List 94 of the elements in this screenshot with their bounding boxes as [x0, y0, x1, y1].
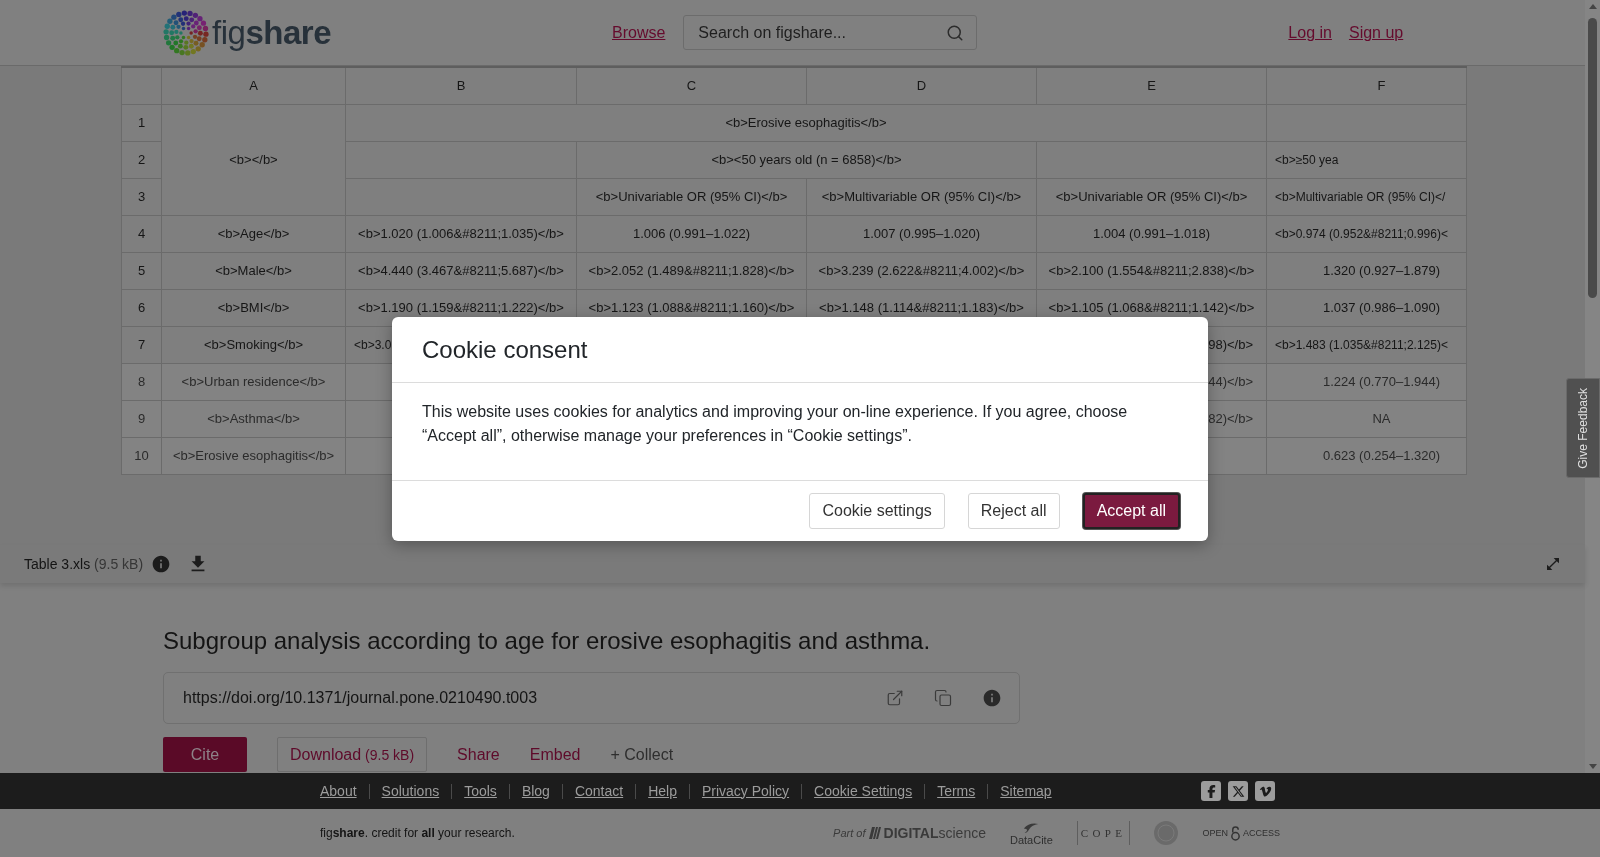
table-cell: 1.006 (0.991–1.022): [576, 215, 807, 252]
table-cell: 1.007 (0.995–1.020): [806, 215, 1037, 252]
account-link[interactable]: Sign up: [1348, 20, 1404, 45]
table-cell: <b>Erosive esophagitis</b>: [161, 437, 346, 474]
table-cell: 0.623 (0.254–1.320): [1266, 437, 1467, 474]
search-field[interactable]: Search on figshare...: [683, 15, 978, 50]
dotted-swirl-icon: [163, 7, 210, 58]
row-number: 8: [121, 363, 162, 400]
footer-link[interactable]: Help: [648, 780, 677, 802]
table-cell: 1.320 (0.927–1.879): [1266, 252, 1467, 289]
table-cell: NA: [1266, 400, 1467, 437]
footer-link[interactable]: Privacy Policy: [701, 780, 790, 802]
row-number: 5: [121, 252, 162, 289]
x-logo-icon[interactable]: [1228, 781, 1248, 801]
footer-link[interactable]: Tools: [464, 780, 497, 802]
article-title: Subgroup analysis according to age for erosive esophagitis and asthma.: [163, 627, 932, 655]
table-cell: <b>Urban residence</b>: [161, 363, 346, 400]
footer-link[interactable]: Terms: [937, 780, 976, 802]
external-link-icon[interactable]: [886, 689, 904, 707]
partner-caption: Part of: [833, 825, 866, 841]
table-cell: <b><50 years old (n = 6858)</b>: [576, 141, 1037, 178]
expand-icon[interactable]: [1545, 556, 1561, 572]
table-cell: <b>Univariable OR (95% CI)</b>: [576, 178, 807, 215]
table-cell: 1.004 (0.991–1.018): [1036, 215, 1267, 252]
table-cell: 1.037 (0.986–1.090): [1266, 289, 1467, 326]
dialog-button[interactable]: Cookie settings: [809, 493, 945, 529]
table-cell: <b>Smoking</b>: [161, 326, 346, 363]
dialog-button[interactable]: Accept all: [1082, 493, 1180, 529]
footer-tagline: figshare. credit for all your research.: [320, 825, 515, 842]
footer-link[interactable]: Cookie Settings: [814, 780, 913, 802]
action-button[interactable]: Share: [457, 737, 500, 772]
padlock-icon: [1230, 825, 1241, 841]
partner-logo-text: ACCESS: [1243, 828, 1280, 838]
info-icon[interactable]: [982, 688, 1002, 708]
footer-link[interactable]: Solutions: [381, 780, 440, 802]
footer-link[interactable]: Blog: [521, 780, 550, 802]
scroll-down-arrow-icon[interactable]: [1588, 764, 1597, 769]
footer-link[interactable]: Sitemap: [1000, 780, 1052, 802]
table-cell: 1.224 (0.770–1.944): [1266, 363, 1467, 400]
column-header[interactable]: E: [1036, 67, 1267, 104]
table-cell: <b>≥50 yea: [1266, 141, 1467, 178]
dialog-button[interactable]: Reject all: [967, 493, 1060, 529]
facebook-icon[interactable]: [1201, 781, 1221, 801]
row-number: 9: [121, 400, 162, 437]
copy-icon[interactable]: [934, 689, 952, 707]
partner-logo-text: OPEN: [1202, 828, 1228, 838]
column-header[interactable]: C: [576, 67, 807, 104]
row-number: 2: [121, 141, 162, 178]
scroll-up-arrow-icon[interactable]: [1588, 4, 1597, 9]
table-cell: <b>1.483 (1.035&#8211;2.125)<: [1266, 326, 1467, 363]
table-cell: <b>BMI</b>: [161, 289, 346, 326]
row-number: 3: [121, 178, 162, 215]
logo-text[interactable]: figshare: [212, 16, 331, 49]
footer-link[interactable]: Contact: [574, 780, 624, 802]
column-header[interactable]: A: [161, 67, 346, 104]
table-cell: <b>Asthma</b>: [161, 400, 346, 437]
account-link[interactable]: Log in: [1288, 20, 1332, 45]
table-cell: <b>Age</b>: [161, 215, 346, 252]
table-cell: <b>Multivariable OR (95% CI)</: [1266, 178, 1467, 215]
table-cell: <b>1.020 (1.006&#8211;1.035)</b>: [345, 215, 577, 252]
table-cell: <b>Erosive esophagitis</b>: [345, 104, 1267, 141]
column-header[interactable]: D: [806, 67, 1037, 104]
column-header[interactable]: B: [345, 67, 577, 104]
feedback-tab[interactable]: Give Feedback: [1566, 378, 1600, 478]
file-name: Table 3.xls (9.5 kB): [24, 554, 144, 574]
table-cell: <b>Male</b>: [161, 252, 346, 289]
column-header[interactable]: F: [1266, 67, 1467, 104]
row-number: 6: [121, 289, 162, 326]
table-cell: <b>2.100 (1.554&#8211;2.838)</b>: [1036, 252, 1267, 289]
partner-logo-text: DataCite: [1009, 833, 1053, 846]
action-button[interactable]: + Collect: [610, 737, 674, 772]
row-number: 1: [121, 104, 162, 141]
scrollbar-thumb[interactable]: [1588, 18, 1597, 298]
row-number: 10: [121, 437, 162, 474]
doi-link[interactable]: https://doi.org/10.1371/journal.pone.0210490.t003: [183, 686, 538, 710]
table-cell: <b></b>: [161, 104, 346, 215]
action-button[interactable]: Embed: [529, 737, 581, 772]
table-cell: <b>3.239 (2.622&#8211;4.002)</b>: [806, 252, 1037, 289]
info-icon[interactable]: [151, 554, 172, 574]
nav-link[interactable]: Browse: [612, 20, 666, 45]
action-button[interactable]: Download (9.5 kB): [277, 737, 428, 772]
partner-logo-text: COPE: [1076, 820, 1131, 846]
row-number: 4: [121, 215, 162, 252]
row-number: 7: [121, 326, 162, 363]
slanted-stripes-icon: [868, 827, 881, 839]
cite-button[interactable]: Cite: [163, 737, 247, 772]
table-cell: <b>Multivariable OR (95% CI)</b>: [806, 178, 1037, 215]
partner-logo-text: DIGITALscience: [883, 823, 986, 843]
table-cell: <b>2.052 (1.489&#8211;1.828)</b>: [576, 252, 807, 289]
vimeo-icon[interactable]: [1255, 781, 1275, 801]
footer-link[interactable]: About: [320, 780, 357, 802]
table-cell: <b>0.974 (0.952&#8211;0.996)<: [1266, 215, 1467, 252]
table-cell: <b>Univariable OR (95% CI)</b>: [1036, 178, 1267, 215]
table-cell: <b>4.440 (3.467&#8211;5.687)</b>: [345, 252, 577, 289]
